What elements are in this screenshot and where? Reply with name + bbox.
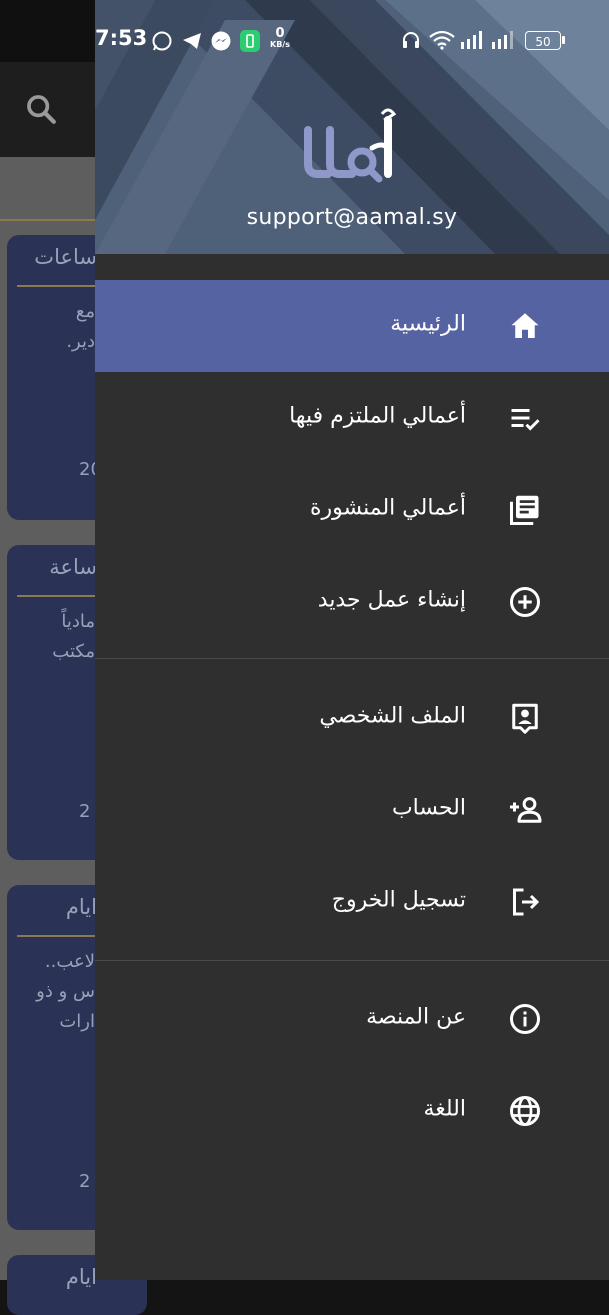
menu-item-language[interactable]: اللغة [95,1065,609,1157]
headphones-icon [403,32,419,48]
menu-item-label: تسجيل الخروج [331,887,466,913]
network-speed: 0 KB/s [270,26,290,50]
add-circle-icon [510,587,540,617]
menu-item-label: اللغة [423,1096,466,1122]
signal-icon [461,31,482,49]
job-card-description: مع دير. [66,297,95,357]
person-add-icon [510,797,542,823]
job-card-date: 2 [79,1171,91,1192]
battery-tip [562,36,565,44]
job-card-duration: ساعة [49,555,97,579]
battery-app-icon [240,30,260,52]
desc-line: س و ذو [36,981,95,1002]
menu-item-committed-jobs[interactable]: أعمالي الملتزم فيها [95,372,609,464]
menu-item-label: أعمالي المنشورة [309,495,466,521]
drawer-header: 7:53 0 KB/s 50 support@aamal.sy [95,0,609,254]
menu-item-profile[interactable]: الملف الشخصي [95,672,609,764]
card-rule [17,595,97,597]
profile-icon [512,703,538,734]
support-email[interactable]: support@aamal.sy [95,205,609,230]
messenger-icon [211,31,231,51]
menu-item-label: إنشاء عمل جديد [317,587,466,613]
menu-item-label: الحساب [391,795,466,821]
job-card-duration: ايام [65,895,97,919]
desc-line: ارات [59,1011,95,1032]
clock: 7:53 [95,26,148,50]
menu-item-label: الملف الشخصي [319,703,466,729]
menu-divider [95,960,609,961]
search-icon[interactable] [24,92,58,126]
job-card-date: 2 [79,801,91,822]
menu-item-home[interactable]: الرئيسية [95,280,609,372]
menu-item-create-job[interactable]: إنشاء عمل جديد [95,556,609,648]
status-bar: 7:53 0 KB/s 50 [95,0,609,62]
whatsapp-icon [152,31,172,51]
menu-item-logout[interactable]: تسجيل الخروج [95,856,609,948]
telegram-icon [183,33,201,49]
desc-line: مع [75,301,95,322]
articles-icon [510,495,539,525]
battery-icon: 50 [525,31,561,50]
desc-line: دير. [66,331,95,352]
desc-line: مكتب [52,641,95,662]
navigation-drawer: 7:53 0 KB/s 50 support@aamal.sy الرئيسية… [95,0,609,1280]
job-card-duration: ساعات [34,245,97,269]
home-icon [511,313,539,338]
menu-item-label: عن المنصة [366,1004,466,1030]
network-speed-unit: KB/s [270,40,290,49]
menu-item-published-jobs[interactable]: أعمالي المنشورة [95,464,609,556]
menu-divider [95,658,609,659]
network-speed-value: 0 [275,26,285,41]
desc-line: لاعب.. [44,951,95,972]
menu-item-label: الرئيسية [390,311,466,337]
card-rule [17,935,97,937]
language-icon [510,1096,540,1126]
job-card-description: مادياً مكتب [52,607,95,667]
info-icon [510,1004,540,1034]
menu-item-about[interactable]: عن المنصة [95,973,609,1065]
logout-icon [513,888,540,916]
desc-line: مادياً [61,611,95,632]
job-card-description: لاعب.. س و ذو ارات [36,947,95,1037]
job-card-duration: ايام [65,1265,97,1289]
checklist-icon [511,409,540,431]
card-rule [17,285,97,287]
menu-item-account[interactable]: الحساب [95,764,609,856]
status-bar-left [0,0,95,62]
wifi-icon [429,30,455,50]
battery-level: 50 [535,35,551,49]
signal-2-icon [492,31,513,49]
aamal-logo [304,108,397,183]
menu-item-label: أعمالي الملتزم فيها [289,403,466,429]
